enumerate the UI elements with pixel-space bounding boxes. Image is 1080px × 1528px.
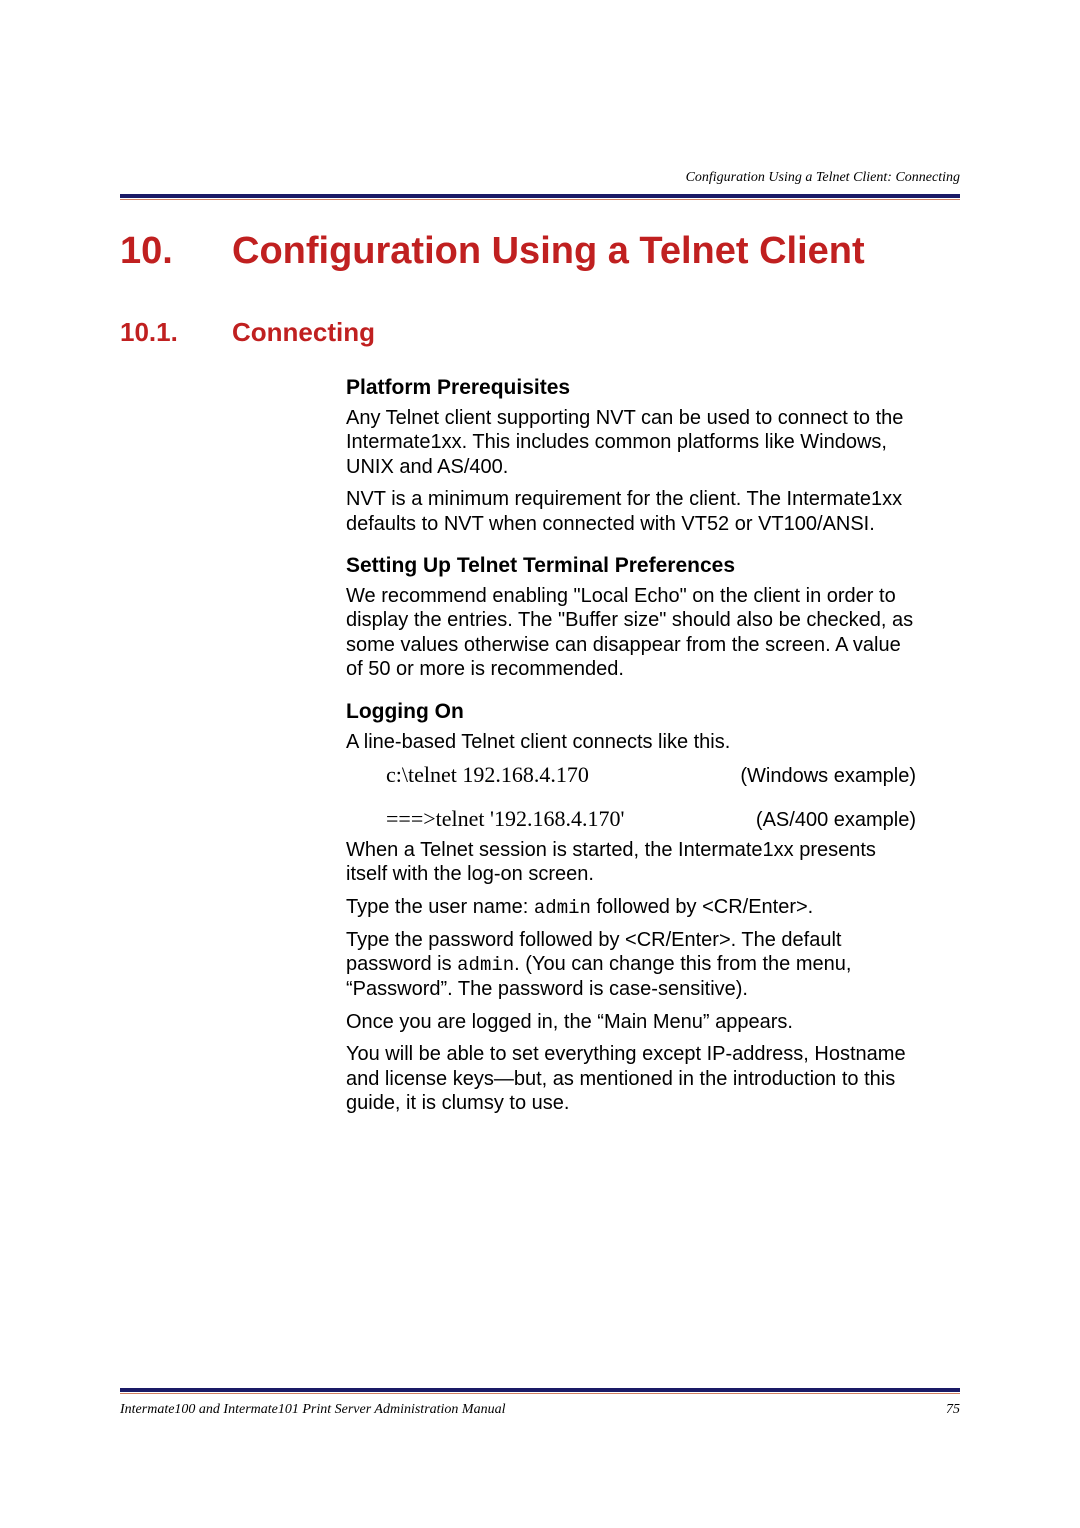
code-inline: admin [534, 897, 591, 919]
section-heading: 10.1. Connecting [120, 317, 960, 348]
paragraph: Type the password followed by <CR/Enter>… [346, 928, 916, 1002]
body-column: Platform Prerequisites Any Telnet client… [346, 376, 916, 1115]
example-row-windows: c:\telnet 192.168.4.170 (Windows example… [386, 762, 916, 788]
paragraph: A line-based Telnet client connects like… [346, 730, 916, 754]
subheading-logging-on: Logging On [346, 700, 916, 724]
chapter-title: Configuration Using a Telnet Client [232, 230, 865, 273]
code-inline: admin [457, 954, 514, 976]
section-title: Connecting [232, 317, 375, 348]
top-rule [120, 194, 960, 200]
text-fragment: Type the user name: [346, 896, 534, 918]
example-row-as400: ===>telnet '192.168.4.170' (AS/400 examp… [386, 806, 916, 832]
paragraph: NVT is a minimum requirement for the cli… [346, 487, 916, 536]
paragraph: Type the user name: admin followed by <C… [346, 895, 916, 920]
example-command: ===>telnet '192.168.4.170' [386, 806, 624, 832]
footer-row: Intermate100 and Intermate101 Print Serv… [120, 1402, 960, 1418]
page-content: Configuration Using a Telnet Client: Con… [0, 0, 1080, 1115]
section-number: 10.1. [120, 317, 232, 348]
paragraph: You will be able to set everything excep… [346, 1042, 916, 1115]
footer-title: Intermate100 and Intermate101 Print Serv… [120, 1402, 505, 1418]
page-number: 75 [946, 1402, 960, 1418]
chapter-heading: 10. Configuration Using a Telnet Client [120, 230, 960, 273]
chapter-number: 10. [120, 230, 232, 273]
paragraph: Once you are logged in, the “Main Menu” … [346, 1010, 916, 1034]
example-note: (Windows example) [740, 765, 916, 788]
bottom-rule [120, 1388, 960, 1394]
paragraph: Any Telnet client supporting NVT can be … [346, 406, 916, 479]
subheading-platform: Platform Prerequisites [346, 376, 916, 400]
paragraph: When a Telnet session is started, the In… [346, 838, 916, 887]
example-command: c:\telnet 192.168.4.170 [386, 762, 589, 788]
running-header: Configuration Using a Telnet Client: Con… [120, 170, 960, 186]
example-note: (AS/400 example) [756, 809, 916, 832]
page-footer: Intermate100 and Intermate101 Print Serv… [120, 1388, 960, 1418]
text-fragment: followed by <CR/Enter>. [591, 896, 813, 918]
subheading-terminal: Setting Up Telnet Terminal Preferences [346, 554, 916, 578]
paragraph: We recommend enabling "Local Echo" on th… [346, 584, 916, 682]
